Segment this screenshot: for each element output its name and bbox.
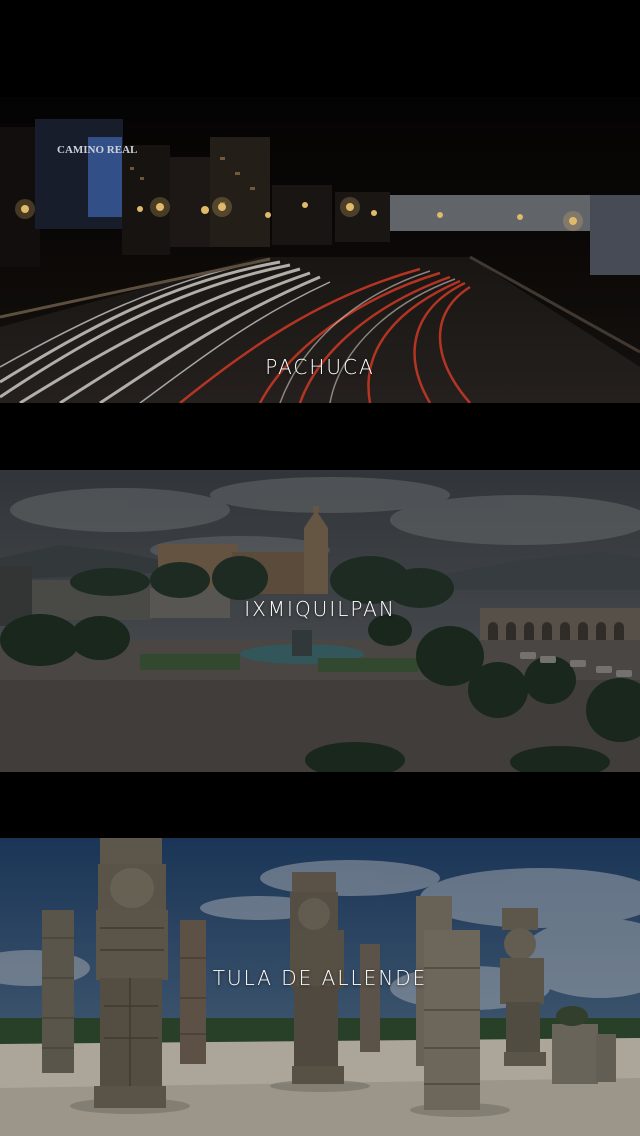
city-card-ixmiquilpan[interactable]: IXMIQUILPAN	[0, 470, 640, 772]
city-card-tula-de-allende[interactable]: TULA DE ALLENDE	[0, 838, 640, 1136]
city-name-label: TULA DE ALLENDE	[212, 966, 428, 990]
ixmiquilpan-photo	[0, 470, 640, 772]
city-name-label: IXMIQUILPAN	[244, 597, 396, 621]
city-name-label: PACHUCA	[265, 355, 375, 379]
city-card-pachuca[interactable]: CAMINO REAL PACHUCA	[0, 97, 640, 403]
